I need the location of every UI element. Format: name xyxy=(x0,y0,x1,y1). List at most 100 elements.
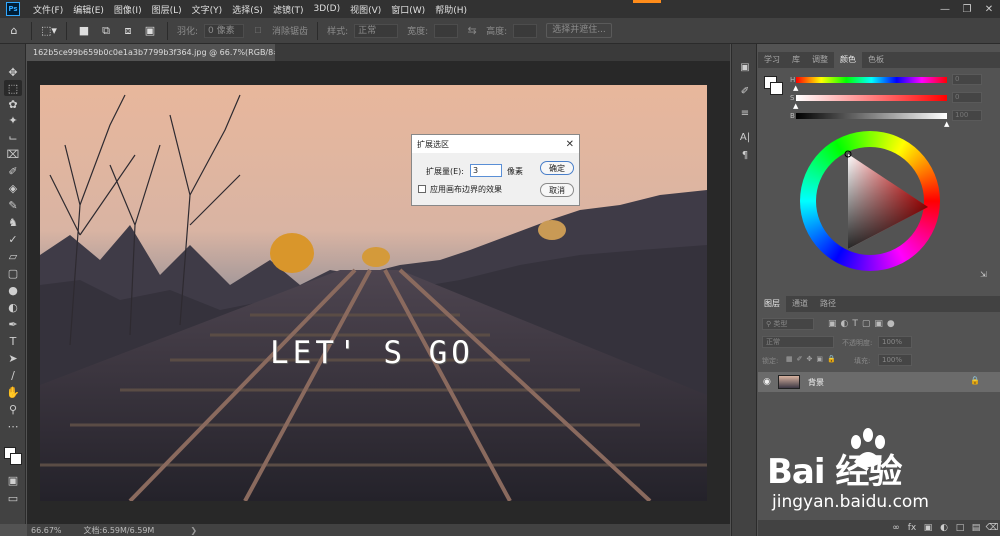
menu-image[interactable]: 图像(I) xyxy=(109,3,147,16)
hue-slider-thumb[interactable]: ▲ xyxy=(793,84,798,92)
type-tool-icon[interactable]: T xyxy=(4,333,22,349)
group-icon[interactable]: □ xyxy=(952,523,968,533)
select-and-mask-button[interactable]: 选择并遮住... xyxy=(546,23,612,38)
close-window-icon[interactable]: ✕ xyxy=(978,0,1000,18)
adjustment-layer-icon[interactable]: ◐ xyxy=(936,523,952,533)
menu-window[interactable]: 窗口(W) xyxy=(386,3,430,16)
canvas-bounds-checkbox[interactable] xyxy=(418,185,426,193)
eyedropper-icon[interactable]: ✐ xyxy=(4,163,22,179)
healing-icon[interactable]: ◈ xyxy=(4,180,22,196)
pen-icon[interactable]: ✒ xyxy=(4,316,22,332)
menu-filter[interactable]: 滤镜(T) xyxy=(268,3,309,16)
mask-icon[interactable]: ▣ xyxy=(920,523,936,533)
menu-3d[interactable]: 3D(D) xyxy=(308,4,345,14)
close-icon[interactable]: ✕ xyxy=(566,139,574,150)
crop-icon[interactable]: ⌙ xyxy=(4,129,22,145)
new-layer-icon[interactable]: ▤ xyxy=(968,523,984,533)
learn-panel-icon[interactable]: ▣ xyxy=(737,60,753,74)
cancel-button[interactable]: 取消 xyxy=(540,183,574,197)
brush-settings-icon[interactable]: ✐ xyxy=(737,84,753,98)
panel-resize-icon[interactable]: ⇲ xyxy=(980,270,987,279)
expand-input[interactable]: 3 xyxy=(470,164,502,177)
tab-swatches[interactable]: 色板 xyxy=(862,52,890,68)
tab-paths[interactable]: 路径 xyxy=(814,296,842,312)
brightness-slider-thumb[interactable]: ▲ xyxy=(944,120,949,128)
zoom-level[interactable]: 66.67% xyxy=(31,526,62,535)
path-select-icon[interactable]: ➤ xyxy=(4,350,22,366)
feather-input[interactable]: 0 像素 xyxy=(204,23,245,38)
fx-icon[interactable]: fx xyxy=(904,523,920,533)
b-value[interactable]: 100 xyxy=(952,110,982,121)
zoom-icon[interactable]: ⚲ xyxy=(4,401,22,417)
minimize-icon[interactable]: — xyxy=(934,0,956,18)
frame-icon[interactable]: ⌧ xyxy=(4,146,22,162)
tab-learn[interactable]: 学习 xyxy=(758,52,786,68)
dodge-icon[interactable]: ◐ xyxy=(4,299,22,315)
stamp-icon[interactable]: ♞ xyxy=(4,214,22,230)
line-tool-icon[interactable]: ∕ xyxy=(4,367,22,383)
history-brush-icon[interactable]: ✓ xyxy=(4,231,22,247)
width-input[interactable] xyxy=(434,23,459,38)
layer-filter-icons[interactable]: ▣◐T▢▣● xyxy=(828,319,899,329)
adjust-sliders-icon[interactable]: ≡ xyxy=(737,106,753,120)
rect-marquee-icon[interactable]: ⬚ xyxy=(4,80,22,96)
brush-icon[interactable]: ✎ xyxy=(4,197,22,213)
layer-row-background[interactable]: ◉ 背景 🔒 xyxy=(758,372,1000,392)
fill-input[interactable]: 100% xyxy=(878,354,912,366)
screen-mode-icon[interactable]: ▭ xyxy=(4,490,22,506)
background-color-swatch[interactable] xyxy=(10,453,22,465)
move-tool-icon[interactable]: ✥ xyxy=(4,64,22,80)
height-input[interactable] xyxy=(513,23,538,38)
eraser-icon[interactable]: ▱ xyxy=(4,248,22,264)
status-arrow-icon[interactable]: ❯ xyxy=(190,526,197,535)
subtract-selection-icon[interactable]: ⧈ xyxy=(120,23,136,39)
gradient-icon[interactable]: ▢ xyxy=(4,265,22,281)
tab-color[interactable]: 颜色 xyxy=(834,52,862,68)
character-panel-icon[interactable]: A| xyxy=(737,130,753,144)
layer-name[interactable]: 背景 xyxy=(808,377,824,388)
checkbox-icon[interactable]: ☐ xyxy=(250,23,266,39)
blend-mode-select[interactable]: 正常 xyxy=(762,336,834,348)
h-value[interactable]: 0 xyxy=(952,74,982,85)
menu-edit[interactable]: 编辑(E) xyxy=(68,3,109,16)
ok-button[interactable]: 确定 xyxy=(540,161,574,175)
hand-icon[interactable]: ✋ xyxy=(4,384,22,400)
intersect-selection-icon[interactable]: ▣ xyxy=(142,23,158,39)
saturation-slider-thumb[interactable]: ▲ xyxy=(793,102,798,110)
menu-view[interactable]: 视图(V) xyxy=(345,3,386,16)
add-selection-icon[interactable]: ⧉ xyxy=(98,23,114,39)
menu-help[interactable]: 帮助(H) xyxy=(430,3,472,16)
lock-icons[interactable]: ▦✐✥▣🔒 xyxy=(786,355,840,363)
document-tab[interactable]: 162b5ce99b659b0c0e1a3b7799b3f364.jpg @ 6… xyxy=(27,44,275,61)
lasso-icon[interactable]: ✿ xyxy=(4,96,22,112)
color-triangle[interactable] xyxy=(800,131,940,271)
home-icon[interactable]: ⌂ xyxy=(6,23,22,39)
more-tools-icon[interactable]: ⋯ xyxy=(4,418,22,434)
paragraph-panel-icon[interactable]: ¶ xyxy=(737,148,753,162)
menu-select[interactable]: 选择(S) xyxy=(227,3,268,16)
trash-icon[interactable]: ⌫ xyxy=(984,523,1000,533)
restore-icon[interactable]: ❐ xyxy=(956,0,978,18)
tab-adjustments[interactable]: 调整 xyxy=(806,52,834,68)
brightness-slider[interactable] xyxy=(796,113,947,119)
tab-layers[interactable]: 图层 xyxy=(758,296,786,312)
blur-icon[interactable]: ● xyxy=(4,282,22,298)
quick-mask-icon[interactable]: ▣ xyxy=(4,472,22,488)
saturation-slider[interactable] xyxy=(796,95,947,101)
color-bg-swatch[interactable] xyxy=(770,82,783,95)
new-selection-icon[interactable]: ■ xyxy=(76,23,92,39)
menu-layer[interactable]: 图层(L) xyxy=(147,3,187,16)
hue-slider[interactable] xyxy=(796,77,947,83)
tab-channels[interactable]: 通道 xyxy=(786,296,814,312)
visibility-eye-icon[interactable]: ◉ xyxy=(763,377,771,387)
layer-kind-filter[interactable]: ⚲ 类型 xyxy=(762,318,814,330)
tab-libraries[interactable]: 库 xyxy=(786,52,806,68)
menu-file[interactable]: 文件(F) xyxy=(28,3,68,16)
document-photo[interactable]: LET' S GO xyxy=(40,85,707,501)
marquee-preset-icon[interactable]: ⬚▾ xyxy=(41,23,57,39)
swap-icon[interactable]: ⇆ xyxy=(464,23,480,39)
s-value[interactable]: 0 xyxy=(952,92,982,103)
opacity-input[interactable]: 100% xyxy=(878,336,912,348)
menu-type[interactable]: 文字(Y) xyxy=(187,3,228,16)
link-layers-icon[interactable]: ∞ xyxy=(888,523,904,533)
